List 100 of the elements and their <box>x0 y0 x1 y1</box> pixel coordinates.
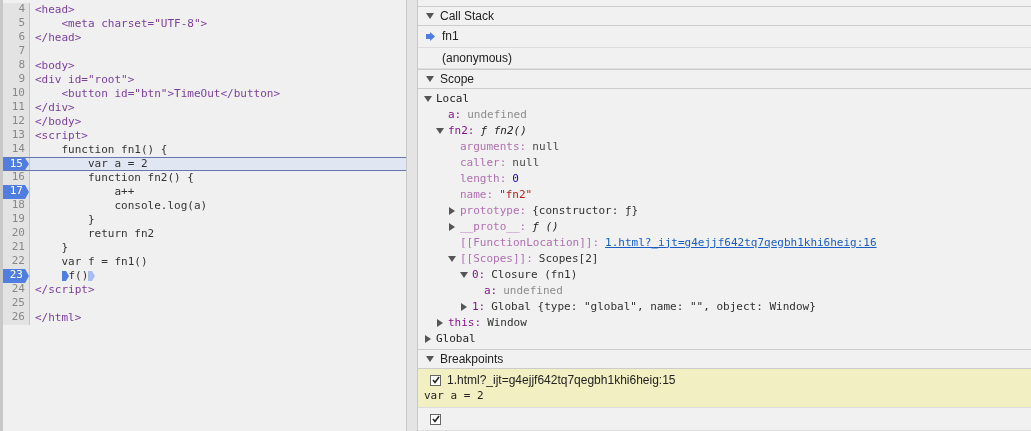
expanded-triangle-icon[interactable] <box>436 127 444 135</box>
code-line: <div id="root"> <box>35 71 135 88</box>
frame-name: fn1 <box>442 28 459 46</box>
line-number: 10 <box>11 87 26 101</box>
call-frame[interactable]: fn1 <box>418 26 1031 48</box>
collapsed-triangle-icon[interactable] <box>424 335 432 343</box>
breakpoint-item[interactable]: 1.html?_ijt=g4ejjf642tq7qegbh1khi6heig:15 var a = 2 <box>418 369 1031 408</box>
section-header[interactable]: Scope <box>418 69 1031 89</box>
frame-name: (anonymous) <box>442 49 513 67</box>
line-number: 26 <box>11 311 26 325</box>
property-value: undefined <box>467 106 527 123</box>
line-number: 25 <box>11 297 26 311</box>
code-line: a++ <box>113 183 135 200</box>
breakpoint-marker[interactable]: 15 <box>3 158 29 170</box>
scope-section-label[interactable]: Local <box>436 90 470 108</box>
expanded-triangle-icon[interactable] <box>426 12 434 20</box>
property-name: this: <box>448 314 482 331</box>
expanded-triangle-icon[interactable] <box>460 271 468 279</box>
code-line: <body> <box>35 57 75 74</box>
code-line: <meta charset="UTF-8"> <box>60 15 208 32</box>
checkmark-icon <box>431 376 440 384</box>
breakpoint-marker[interactable]: 17 <box>3 185 29 199</box>
code-line: } <box>60 239 69 256</box>
section-title: Scope <box>440 71 475 88</box>
code-line: <head> <box>35 1 75 18</box>
property-name: a: <box>448 106 462 123</box>
code-line: </div> <box>35 99 75 116</box>
property-value: 0 <box>512 170 519 187</box>
section-title: Breakpoints <box>440 351 504 368</box>
property-name: fn2: <box>448 122 475 139</box>
expanded-triangle-icon[interactable] <box>426 75 434 83</box>
checkmark-icon <box>431 415 440 423</box>
property-name: a: <box>484 282 498 299</box>
code-line: </head> <box>35 29 82 46</box>
line-number: 6 <box>18 31 26 45</box>
section-title: Call Stack <box>440 8 495 25</box>
scope-section-label[interactable]: Global <box>436 330 476 348</box>
inline-breakpoint-icon[interactable] <box>61 271 69 281</box>
collapsed-triangle-icon[interactable] <box>460 303 468 311</box>
property-value: Closure (fn1) <box>491 266 578 283</box>
code-line: return fn2 <box>86 225 155 242</box>
line-number: 14 <box>11 143 26 157</box>
property-value: ƒ fn2() <box>480 122 527 139</box>
property-name: [[Scopes]]: <box>460 250 533 267</box>
line-number: 18 <box>11 199 26 213</box>
line-number: 12 <box>11 115 26 129</box>
property-name: 0: <box>472 266 486 283</box>
property-name: [[FunctionLocation]]: <box>460 234 600 251</box>
property-value: undefined <box>503 282 563 299</box>
collapsed-triangle-icon[interactable] <box>436 319 444 327</box>
code-line: <button id="btn">TimeOut</button> <box>60 85 281 102</box>
line-number: 7 <box>18 45 26 59</box>
property-value: Scopes[2] <box>538 250 599 267</box>
expanded-triangle-icon[interactable] <box>448 255 456 263</box>
breakpoint-code: var a = 2 <box>424 388 485 404</box>
line-number: 8 <box>18 59 26 73</box>
line-number: 4 <box>18 3 26 17</box>
section-header[interactable]: Call Stack <box>418 6 1031 26</box>
property-value: Window <box>487 314 527 331</box>
code-line: function fn1() { <box>60 141 168 158</box>
code-line: </html> <box>35 309 82 326</box>
property-name: __proto__: <box>460 218 527 235</box>
line-number: 22 <box>11 255 26 269</box>
code-line: function fn2() { <box>86 169 194 186</box>
breakpoint-marker[interactable]: 23 <box>3 269 29 283</box>
expanded-triangle-icon[interactable] <box>424 95 432 103</box>
line-number: 13 <box>11 129 26 143</box>
collapsed-triangle-icon[interactable] <box>448 223 456 231</box>
breakpoint-location: 1.html?_ijt=g4ejjf642tq7qegbh1khi6heig:15 <box>447 372 676 389</box>
property-value: "fn2" <box>499 186 533 203</box>
property-name: caller: <box>460 154 507 171</box>
checkbox[interactable] <box>430 374 441 386</box>
collapsed-triangle-icon[interactable] <box>448 207 456 215</box>
code-line: </body> <box>35 113 82 130</box>
code-line: } <box>86 211 95 228</box>
property-value: Global {type: "global", name: "", object: Window} <box>491 298 816 315</box>
line-number: 9 <box>18 73 26 87</box>
property-name: name: <box>460 186 494 203</box>
line-number: 16 <box>11 171 26 185</box>
section-header[interactable]: Breakpoints <box>418 349 1031 369</box>
property-value: null <box>532 138 560 155</box>
property-value: null <box>512 154 540 171</box>
line-number: 5 <box>18 17 26 31</box>
line-number: 20 <box>11 227 26 241</box>
source-link[interactable]: 1.html?_ijt=g4ejjf642tq7qegbh1khi6heig:16 <box>605 234 877 252</box>
property-name: arguments: <box>460 138 527 155</box>
code-line: var a = 2 <box>86 155 148 172</box>
property-name: 1: <box>472 298 486 315</box>
expanded-triangle-icon[interactable] <box>426 355 434 363</box>
line-number: 19 <box>11 213 26 227</box>
code-line: console.log(a) <box>113 197 208 214</box>
code-line: </script> <box>35 281 95 298</box>
property-name: length: <box>460 170 507 187</box>
line-number: 24 <box>11 283 26 297</box>
checkbox[interactable] <box>430 413 441 425</box>
line-number: 21 <box>11 241 26 255</box>
code-line: <script> <box>35 127 88 144</box>
property-name: prototype: <box>460 202 527 219</box>
code-line: f() <box>68 267 89 284</box>
code-line: var f = fn1() <box>60 253 148 270</box>
